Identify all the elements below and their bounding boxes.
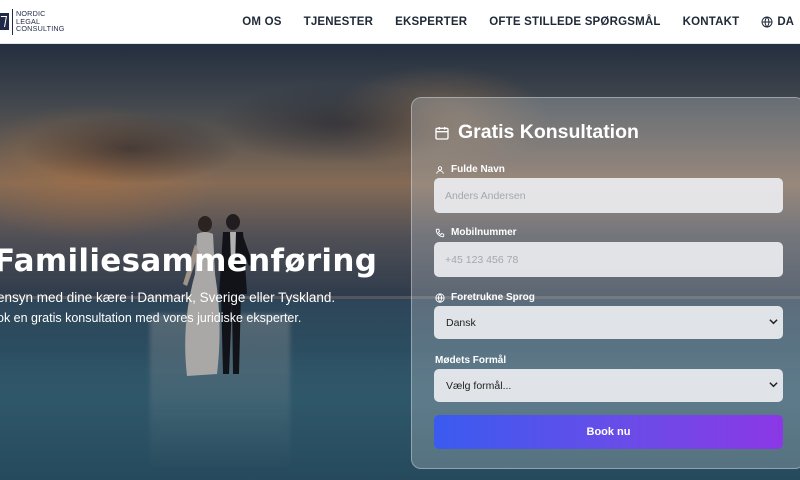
top-navbar: NORDIC LEGAL CONSULTING OM OS TJENESTER …	[0, 0, 800, 44]
hero-subtitle: ensyn med dine kære i Danmark, Sverige e…	[0, 290, 336, 305]
phone-icon	[435, 228, 445, 237]
nav-link-kontakt[interactable]: KONTAKT	[683, 16, 740, 28]
purpose-label: Mødets Formål	[435, 355, 506, 366]
language-label-text: Foretrukne Sprog	[451, 292, 535, 303]
name-label: Fulde Navn	[435, 164, 505, 175]
purpose-select[interactable]: Vælg formål...	[434, 369, 783, 402]
language-code: DA	[777, 16, 794, 28]
phone-label-text: Mobilnummer	[451, 227, 517, 238]
name-label-text: Fulde Navn	[451, 164, 505, 175]
chevron-down-icon	[769, 319, 778, 325]
nav-link-faq[interactable]: OFTE STILLEDE SPØRGSMÅL	[489, 16, 660, 28]
purpose-select-value: Vælg formål...	[446, 379, 512, 392]
user-icon	[436, 165, 444, 174]
book-now-button[interactable]: Book nu	[434, 415, 783, 449]
nav-link-om-os[interactable]: OM OS	[242, 16, 281, 28]
purpose-label-text: Mødets Formål	[435, 355, 507, 366]
language-select-value: Dansk	[446, 316, 476, 329]
calendar-icon	[435, 126, 449, 140]
language-switcher[interactable]: DA	[761, 16, 794, 28]
globe-icon	[435, 292, 445, 303]
full-name-input[interactable]	[434, 178, 783, 213]
hero-subtitle-2: ok en gratis konsultation med vores juri…	[0, 311, 302, 325]
logo[interactable]: NORDIC LEGAL CONSULTING	[0, 0, 65, 44]
language-label: Foretrukne Sprog	[435, 292, 535, 303]
language-select[interactable]: Dansk	[434, 306, 783, 339]
logo-line-3: CONSULTING	[16, 24, 65, 34]
form-title: Gratis Konsultation	[434, 121, 639, 144]
hero-title: Familiesammenføring	[0, 243, 378, 279]
phone-label: Mobilnummer	[435, 227, 517, 238]
chevron-down-icon	[769, 382, 778, 388]
nav-link-eksperter[interactable]: EKSPERTER	[395, 16, 467, 28]
logo-mark	[0, 13, 9, 30]
globe-icon	[761, 16, 773, 28]
consultation-form-card: Gratis Konsultation Fulde Navn Mobilnumm…	[411, 97, 800, 469]
form-title-text: Gratis Konsultation	[458, 121, 639, 143]
logo-divider	[12, 8, 13, 35]
nav-links: OM OS TJENESTER EKSPERTER OFTE STILLEDE …	[242, 0, 800, 44]
phone-input[interactable]	[434, 242, 783, 277]
nav-link-tjenester[interactable]: TJENESTER	[304, 16, 374, 28]
logo-text: NORDIC LEGAL CONSULTING	[16, 10, 65, 34]
